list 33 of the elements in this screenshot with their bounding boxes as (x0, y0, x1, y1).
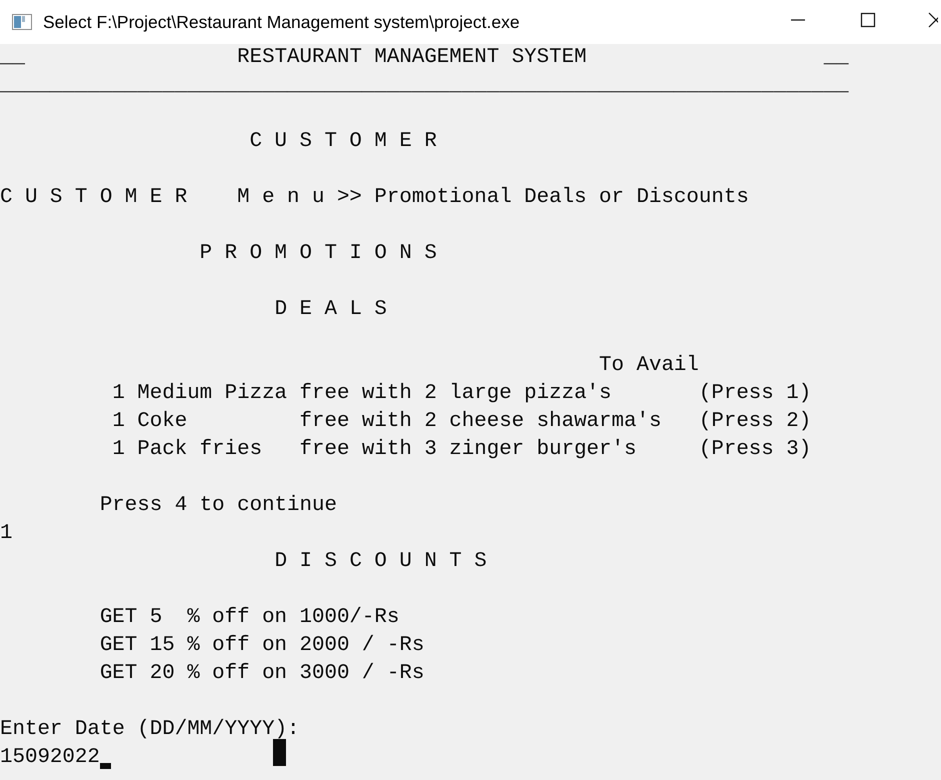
console-text: GET 5 % off on 1000/-Rs (100, 605, 400, 631)
console-text: C U S T O M E R (0, 185, 188, 211)
console-text: (Press 3) (698, 437, 812, 463)
console-text: D E A L S (274, 297, 387, 323)
console-text: 1 (0, 521, 12, 547)
close-icon[interactable] (928, 12, 938, 28)
text-cursor (100, 763, 111, 769)
typed-date-text: 15092022 (0, 745, 100, 771)
console-text: Enter Date (DD/MM/YYYY): (0, 717, 300, 743)
console-text: 1 Pack fries (112, 437, 262, 463)
console-text: P R O M O T I O N S (200, 241, 437, 267)
console-text: M e n u >> Promotional Deals or Discounts (237, 185, 749, 211)
console-text: GET 15 % off on 2000 / -Rs (100, 633, 424, 659)
console-text: To Avail (599, 353, 699, 379)
console-text: (Press 2) (698, 409, 812, 435)
console-text: Press 4 to continue (100, 493, 337, 519)
block-cursor (273, 738, 286, 766)
console-text: __ (824, 45, 849, 71)
console-text: free with 2 cheese shawarma's (300, 409, 662, 435)
maximize-icon[interactable] (860, 12, 876, 28)
console-text: (Press 1) (698, 381, 812, 407)
console-app-icon (12, 14, 32, 30)
console-text: __ (0, 45, 25, 71)
console-text: GET 20 % off on 3000 / -Rs (100, 661, 424, 687)
console-text: ____________________________________________________________________ (0, 73, 849, 99)
console-text: 1 Coke (112, 409, 188, 435)
console-text: free with 3 zinger burger's (300, 437, 636, 463)
console-text: free with 2 large pizza's (300, 381, 612, 407)
console-text: RESTAURANT MANAGEMENT SYSTEM (237, 45, 587, 71)
console-text: 1 Medium Pizza (112, 381, 288, 407)
console-text: C U S T O M E R (250, 129, 437, 155)
console-text: D I S C O U N T S (274, 549, 487, 575)
window-title: Select F:\Project\Restaurant Management system\project.exe (43, 12, 520, 32)
